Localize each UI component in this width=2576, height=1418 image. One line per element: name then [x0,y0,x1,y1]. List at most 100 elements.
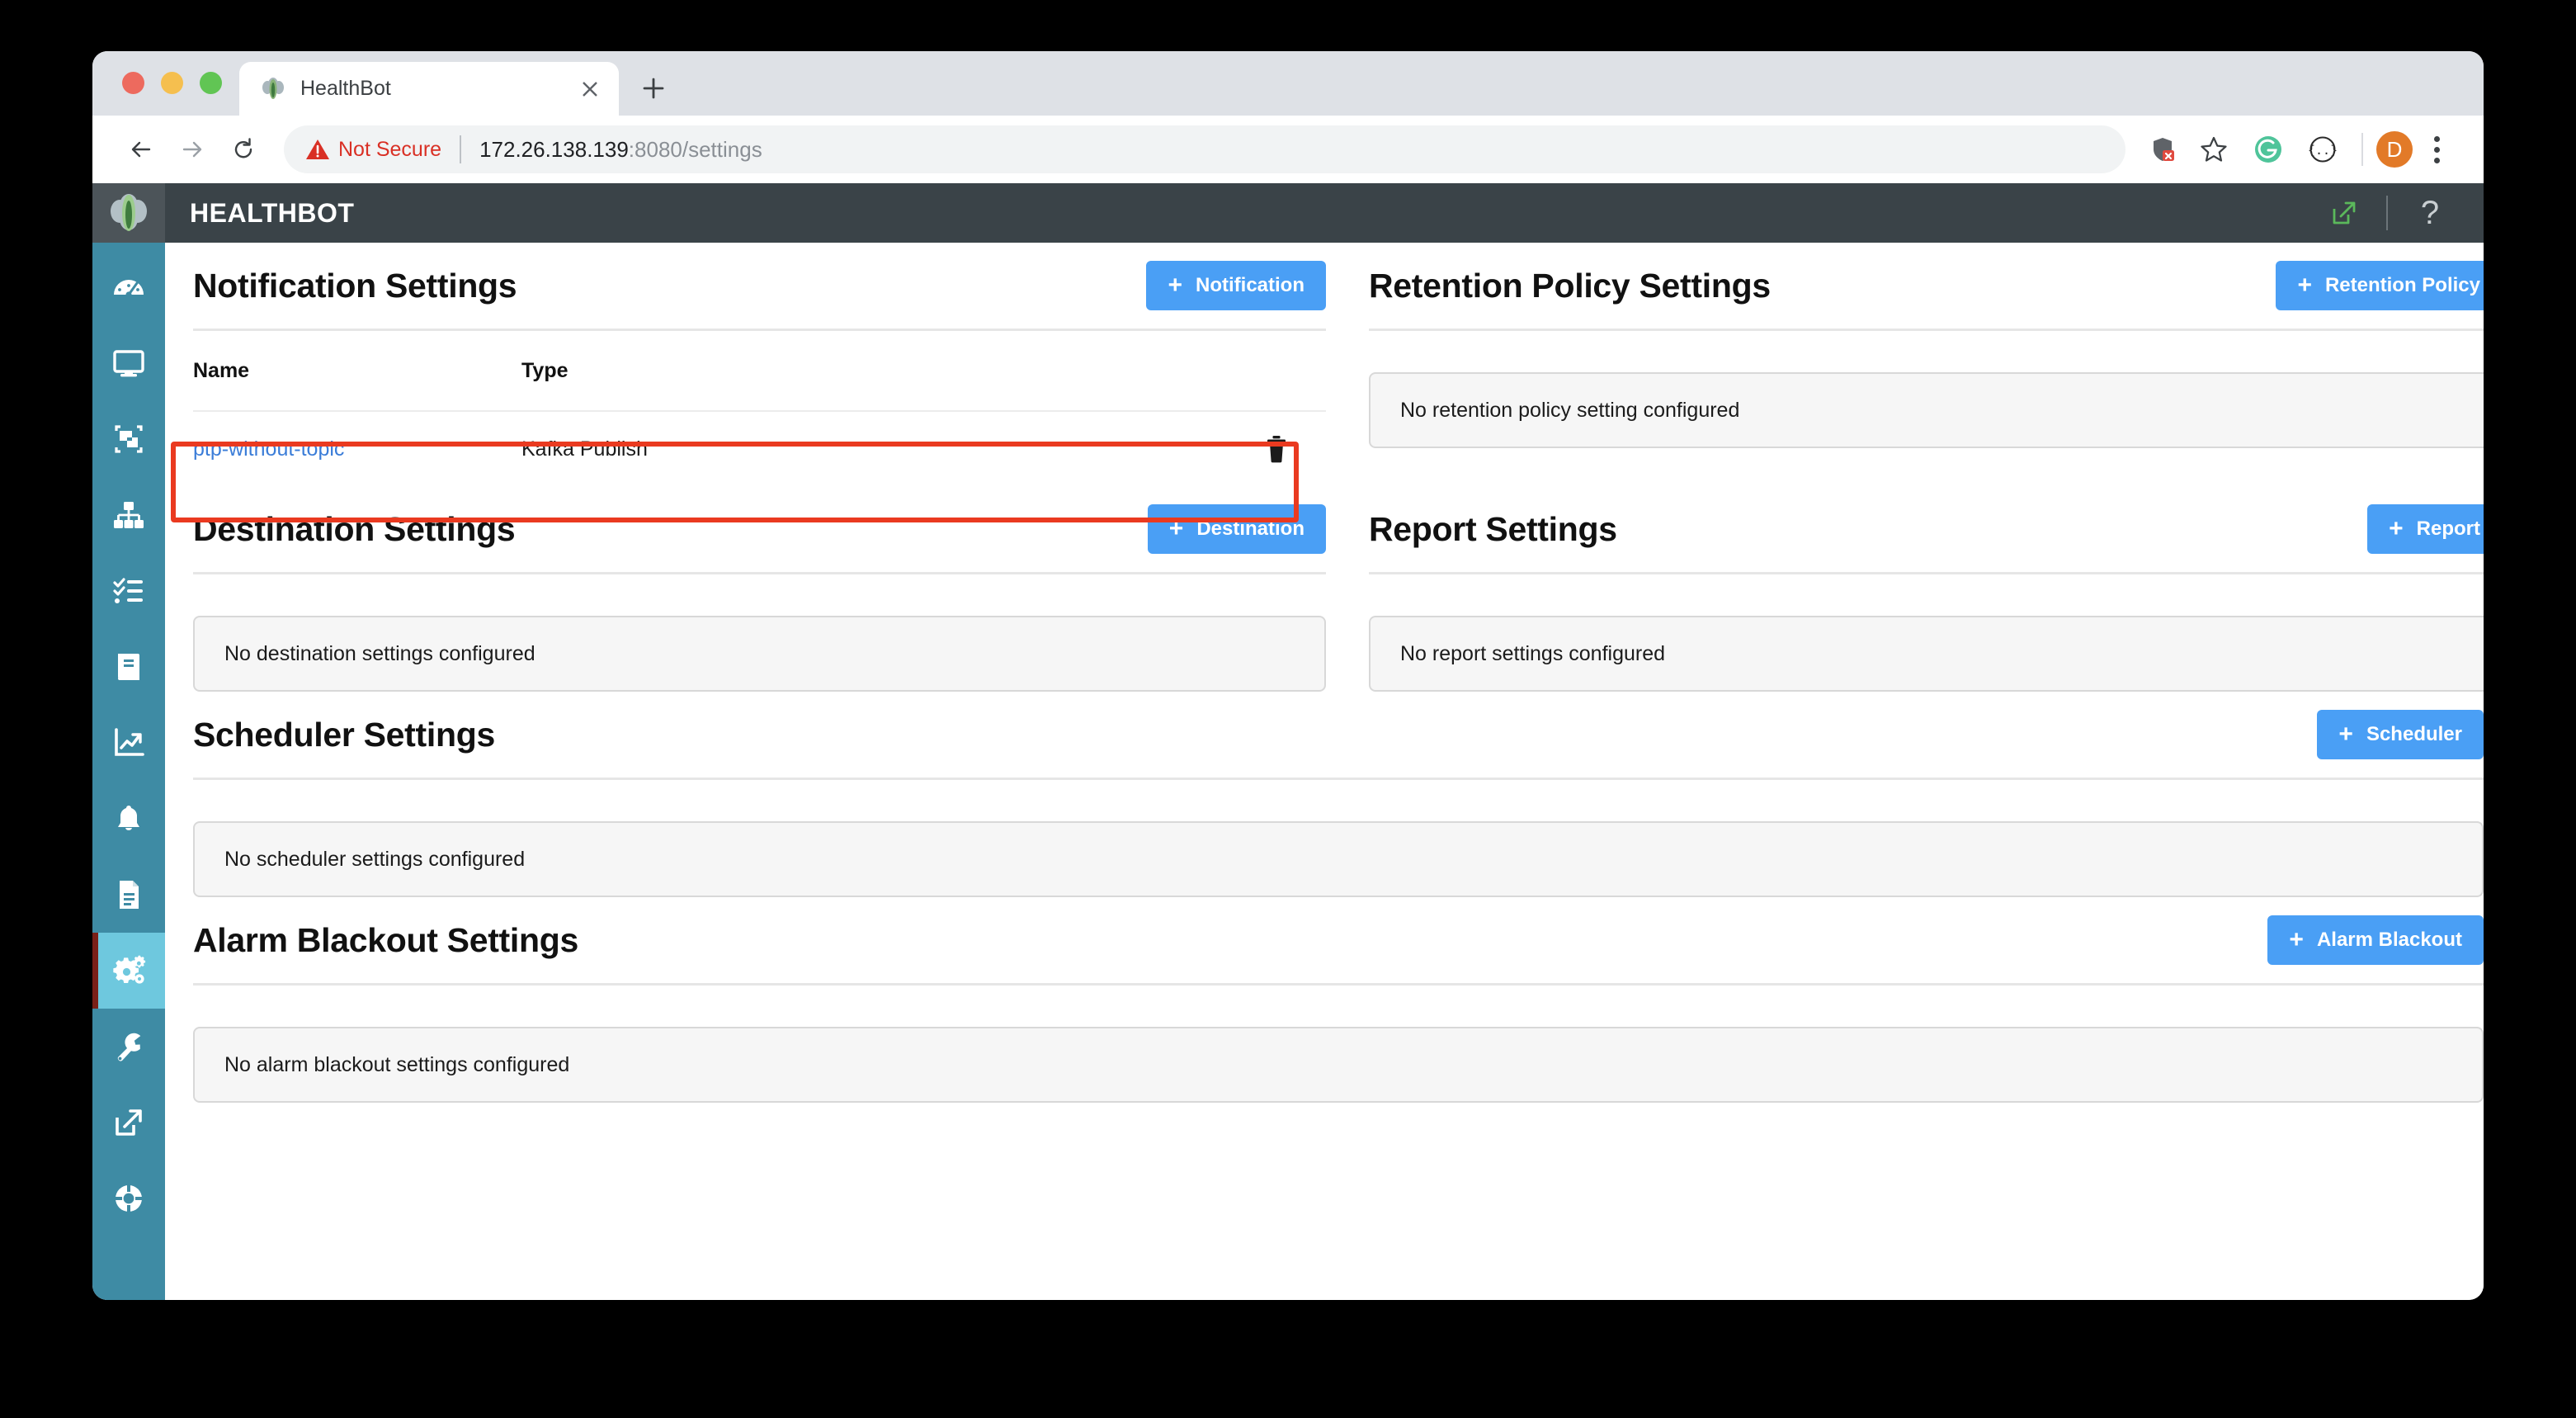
scheduler-empty-state: No scheduler settings configured [193,821,2484,897]
svg-text:{..}: {..} [2308,143,2338,158]
section-divider [1369,329,2484,331]
table-header: Name Type [193,331,1326,410]
notification-table: Name Type ptp-without-topic Kafka Publis… [193,331,1326,486]
notification-settings-section: Notification Settings + Notification Nam… [193,243,1369,486]
section-divider [193,983,2484,986]
sidebar-item-dashboard[interactable] [92,249,165,325]
bell-icon [111,801,146,836]
sidebar-item-support[interactable] [92,1160,165,1236]
alarm-blackout-section-header: Alarm Blackout Settings + Alarm Blackout [193,897,2484,983]
json-formatter-icon[interactable]: {..} [2297,124,2348,175]
settings-content: Notification Settings + Notification Nam… [165,243,2484,1300]
sidebar-item-administration[interactable] [92,1009,165,1085]
browser-extension-icons: {..} D [2137,124,2460,175]
close-window-button[interactable] [122,72,144,94]
scheduler-section-title: Scheduler Settings [193,715,495,754]
add-notification-button[interactable]: + Notification [1146,261,1326,310]
add-alarm-blackout-button[interactable]: + Alarm Blackout [2267,915,2484,965]
plus-icon[interactable] [630,65,677,111]
document-icon [111,877,146,912]
toolbar-divider [2361,133,2363,166]
sidebar-item-device-group[interactable] [92,401,165,477]
plus-icon: + [2289,926,2304,953]
sidebar-item-alarms[interactable] [92,781,165,857]
add-retention-policy-button[interactable]: + Retention Policy [2276,261,2484,310]
plus-icon: + [1168,272,1182,299]
browser-window: HealthBot Not Secure 172.26.138.139:8080… [92,51,2484,1300]
settings-row-2: Destination Settings + Destination No de… [193,486,2484,692]
reload-icon[interactable] [218,124,269,175]
plus-icon: + [2389,515,2404,542]
gears-icon [110,952,148,990]
add-notification-label: Notification [1196,274,1305,296]
device-group-icon [111,422,146,456]
sidebar-item-reports[interactable] [92,857,165,933]
close-icon[interactable] [576,75,604,103]
header-divider [2386,196,2388,230]
juniper-logo-icon [261,77,285,102]
sidebar-item-monitor[interactable] [92,325,165,401]
retention-section-title: Retention Policy Settings [1369,266,1771,305]
sidebar-item-library[interactable] [92,629,165,705]
report-section-title: Report Settings [1369,509,1617,548]
column-header-type: Type [521,358,569,382]
report-empty-state: No report settings configured [1369,616,2484,692]
address-bar-url: 172.26.138.139:8080/settings [479,137,762,163]
alarm-blackout-section-title: Alarm Blackout Settings [193,920,578,959]
grammarly-icon[interactable] [2239,124,2297,175]
column-header-name: Name [193,358,250,382]
minimize-window-button[interactable] [161,72,183,94]
notification-name-link[interactable]: ptp-without-topic [193,437,521,461]
browser-tab[interactable]: HealthBot [239,62,619,116]
destination-section-title: Destination Settings [193,509,516,548]
url-host: 172.26.138.139 [479,136,629,162]
scheduler-section-header: Scheduler Settings + Scheduler [193,692,2484,778]
sidebar-item-tasks[interactable] [92,553,165,629]
add-report-label: Report [2416,518,2480,540]
add-scheduler-button[interactable]: + Scheduler [2317,710,2484,759]
add-destination-button[interactable]: + Destination [1147,504,1326,554]
address-bar[interactable]: Not Secure 172.26.138.139:8080/settings [284,125,2125,173]
life-ring-icon [111,1181,146,1216]
wrench-icon [111,1029,146,1064]
notification-section-title: Notification Settings [193,266,517,305]
retention-policy-settings-section: Retention Policy Settings + Retention Po… [1369,243,2484,486]
table-row[interactable]: ptp-without-topic Kafka Publish [193,410,1326,486]
section-divider [193,572,1326,574]
app-header: HEALTHBOT ? [92,183,2484,243]
maximize-window-button[interactable] [200,72,222,94]
window-traffic-lights [92,72,222,116]
external-link-icon[interactable] [2320,189,2368,237]
avatar[interactable]: D [2376,131,2413,168]
sidebar-item-open-external[interactable] [92,1085,165,1160]
plus-icon: + [2338,721,2353,748]
sidebar-item-settings[interactable] [92,933,165,1009]
forward-arrow-icon[interactable] [167,124,218,175]
healthbot-logo-icon [92,183,165,243]
gauge-icon [111,270,146,305]
three-dot-menu-icon[interactable] [2413,124,2460,175]
external-link-icon [111,1105,146,1140]
scheduler-settings-section: Scheduler Settings + Scheduler No schedu… [193,692,2484,897]
destination-section-header: Destination Settings + Destination [193,486,1326,572]
sidebar-item-analytics[interactable] [92,705,165,781]
plus-icon: + [1168,515,1184,542]
monitor-icon [111,346,146,380]
bookmark-star-icon[interactable] [2188,124,2239,175]
help-icon[interactable]: ? [2406,189,2454,237]
browser-tab-strip: HealthBot [92,51,2484,116]
back-arrow-icon[interactable] [116,124,167,175]
trash-icon[interactable] [1227,435,1326,463]
book-icon [111,650,146,684]
app-body: Notification Settings + Notification Nam… [92,243,2484,1300]
report-settings-section: Report Settings + Report No report setti… [1369,486,2484,692]
sidebar-item-network-topology[interactable] [92,477,165,553]
destination-empty-state: No destination settings configured [193,616,1326,692]
plus-icon: + [2297,272,2312,299]
retention-empty-state: No retention policy setting configured [1369,372,2484,448]
section-divider [193,778,2484,780]
shield-blocked-icon[interactable] [2137,124,2188,175]
report-section-header: Report Settings + Report [1369,486,2484,572]
add-report-button[interactable]: + Report [2367,504,2484,554]
add-retention-policy-label: Retention Policy [2324,274,2480,296]
